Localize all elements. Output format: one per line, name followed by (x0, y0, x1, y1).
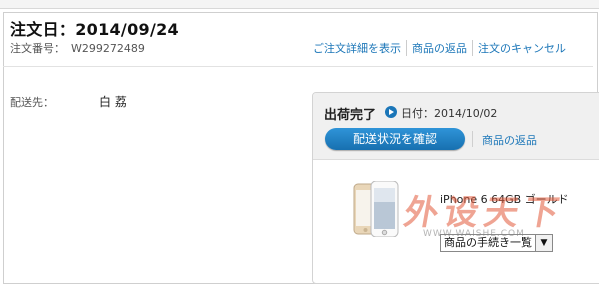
watermark-sub: WWW.WAISHE.COM (423, 229, 525, 239)
header-divider (3, 66, 593, 67)
shipment-date: 日付：2014/10/02 (401, 107, 498, 120)
order-date-value: 2014/09/24 (75, 20, 179, 39)
iphone-thumbnail-icon[interactable] (353, 181, 401, 237)
shipping-address-label: 配送先： (10, 96, 54, 109)
shipment-header: 出荷完了 日付：2014/10/02 配送状況を確認 商品の返品 (313, 93, 599, 160)
cancel-order-link[interactable]: 注文のキャンセル (472, 40, 571, 56)
top-strip (0, 0, 599, 9)
chevron-down-icon[interactable]: ▼ (535, 235, 552, 251)
order-actions: ご注文詳細を表示 商品の返品 注文のキャンセル (308, 40, 571, 56)
shipment-status: 出荷完了 (324, 108, 377, 123)
watermark-text: 外设天下 (400, 193, 568, 233)
watermark-logo: 外设天下 WWW.WAISHE.COM (401, 185, 575, 239)
return-item-link[interactable]: 商品の返品 (406, 40, 472, 56)
order-number: 注文番号： W299272489 (10, 40, 145, 56)
shipping-address-name: 白 荔 (99, 95, 127, 109)
view-order-details-link[interactable]: ご注文詳細を表示 (308, 40, 406, 56)
order-date-label: 注文日： (10, 20, 76, 39)
order-date-heading: 注文日：2014/09/24 (10, 16, 179, 40)
arrow-circle-icon (385, 106, 397, 118)
order-number-label: 注文番号： (10, 42, 65, 55)
order-number-value: W299272489 (71, 42, 145, 55)
track-shipment-button[interactable]: 配送状況を確認 (325, 128, 465, 150)
shipment-return-link[interactable]: 商品の返品 (482, 132, 537, 148)
action-separator (472, 131, 473, 147)
